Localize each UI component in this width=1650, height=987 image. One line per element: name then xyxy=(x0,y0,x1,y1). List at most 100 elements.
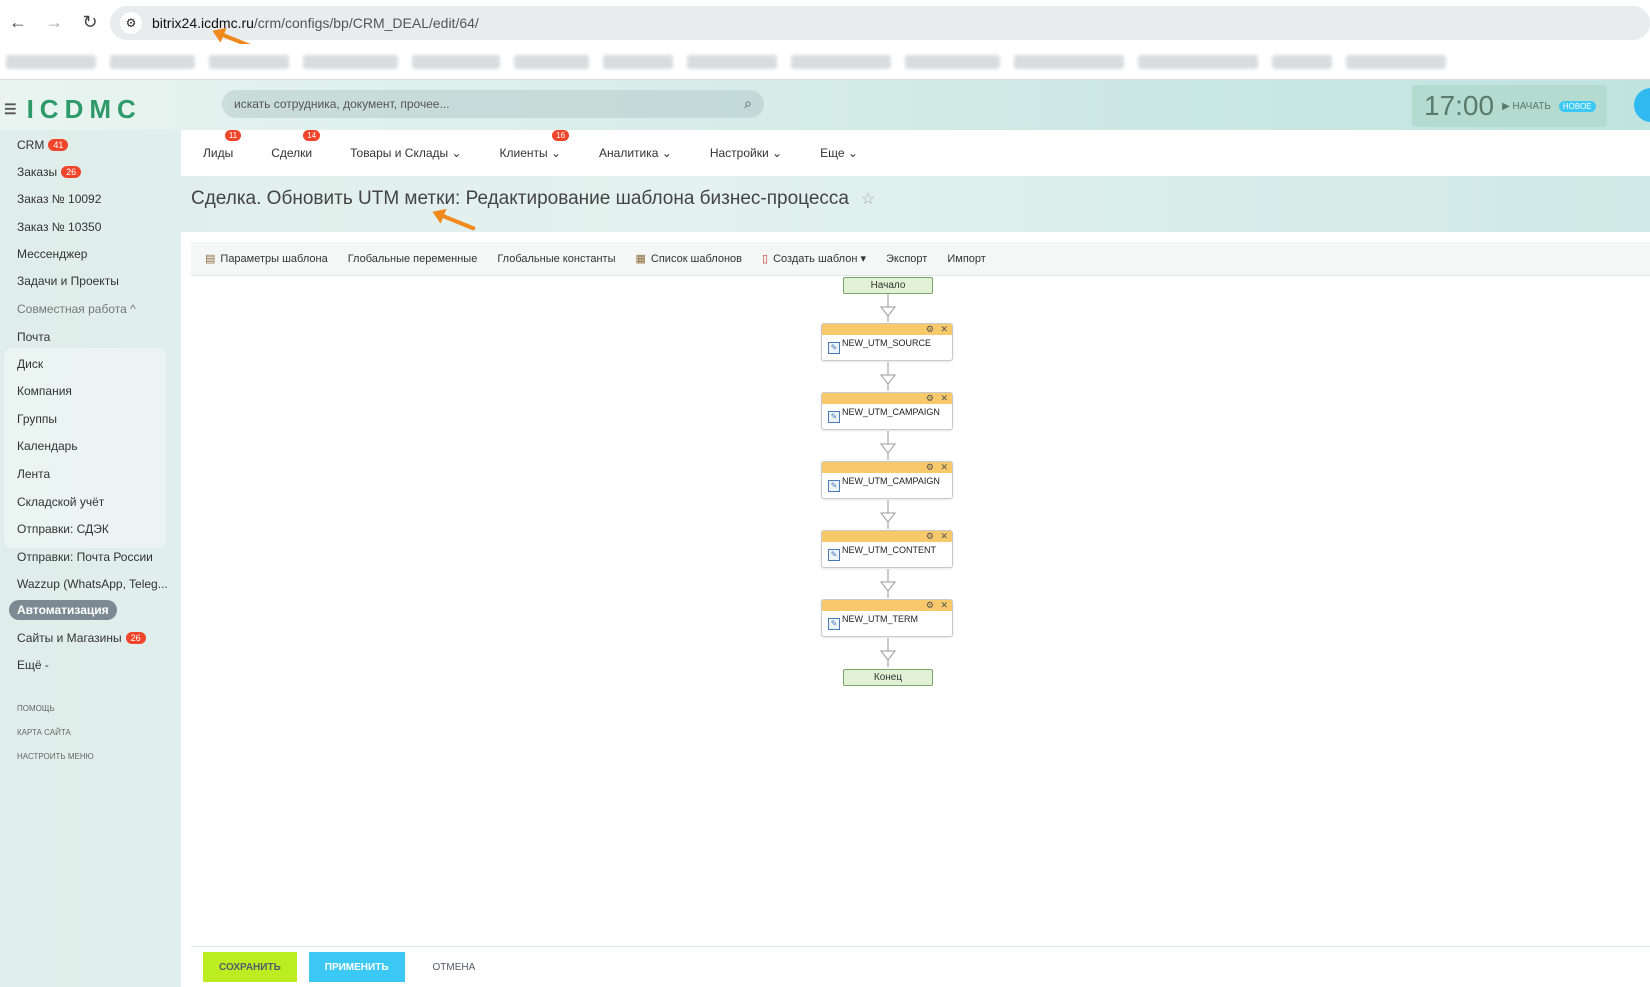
sidebar-item-label: Календарь xyxy=(17,439,78,453)
menu-item-deals[interactable]: Сделки 14 xyxy=(271,130,321,160)
sidebar-item-label: Заказы xyxy=(17,165,58,179)
menu-item-more[interactable]: Еще ⌄ xyxy=(820,146,858,160)
sidebar-item-crm[interactable]: CRM 41 xyxy=(17,138,69,152)
configure-menu-link[interactable]: НАСТРОИТЬ МЕНЮ xyxy=(17,752,94,761)
sidebar-item-warehouse[interactable]: Складской учёт xyxy=(17,495,104,509)
help-link[interactable]: ПОМОЩЬ xyxy=(17,704,55,713)
sidebar-item-label: Сайты и Магазины xyxy=(17,631,122,645)
menu-label: Лиды xyxy=(203,146,234,160)
bookmarks-bar xyxy=(0,44,1650,80)
end-node[interactable]: Конец xyxy=(843,669,933,686)
close-icon[interactable]: ✕ xyxy=(940,393,948,404)
bookmark-item[interactable] xyxy=(687,54,777,69)
bookmark-item[interactable] xyxy=(412,54,500,69)
sidebar-item-more[interactable]: Ещё - xyxy=(17,658,49,672)
sidebar-item-wazzup[interactable]: Wazzup (WhatsApp, Teleg... xyxy=(17,577,168,591)
menu-label: Аналитика ⌄ xyxy=(599,146,672,160)
gear-icon[interactable]: ⚙ xyxy=(926,393,934,404)
gear-icon[interactable]: ⚙ xyxy=(926,600,934,611)
sidebar-item-orders[interactable]: Заказы 26 xyxy=(17,165,82,179)
menu-item-products[interactable]: Товары и Склады ⌄ xyxy=(350,146,461,160)
star-icon[interactable]: ☆ xyxy=(861,191,875,208)
activity-block[interactable]: ⚙ ✕ ✎ NEW_UTM_CAMPAIGN xyxy=(821,392,953,430)
sidebar-item-label: Группы xyxy=(17,412,57,426)
gear-icon[interactable]: ⚙ xyxy=(926,531,934,542)
menu-badge: 16 xyxy=(552,130,570,141)
bookmark-item[interactable] xyxy=(1272,54,1332,69)
sidebar-item-order-10350[interactable]: Заказ № 10350 xyxy=(17,220,101,234)
new-badge: НОВОЕ xyxy=(1558,100,1596,112)
activity-block[interactable]: ⚙ ✕ ✎ NEW_UTM_CONTENT xyxy=(821,530,953,568)
sidebar-item-label: Лента xyxy=(17,467,51,481)
forward-icon[interactable]: → xyxy=(36,4,72,40)
site-info-icon[interactable]: ⚙ xyxy=(120,12,142,34)
bookmark-item[interactable] xyxy=(791,54,891,69)
sidebar-item-sites[interactable]: Сайты и Магазины 26 xyxy=(17,631,146,645)
sidebar-item-cdek[interactable]: Отправки: СДЭК xyxy=(17,522,109,536)
sidebar-item-mail[interactable]: Почта xyxy=(17,330,50,344)
sitemap-link[interactable]: КАРТА САЙТА xyxy=(17,728,71,737)
avatar[interactable] xyxy=(1634,88,1650,122)
bookmark-item[interactable] xyxy=(1014,54,1124,69)
sidebar-item-tasks[interactable]: Задачи и Проекты xyxy=(17,274,119,288)
portal-logo[interactable]: ☰ ICDMC xyxy=(4,94,142,125)
activity-block[interactable]: ⚙ ✕ ✎ NEW_UTM_CAMPAIGN xyxy=(821,461,953,499)
menu-icon[interactable]: ☰ xyxy=(4,101,17,118)
bookmark-item[interactable] xyxy=(1138,54,1258,69)
save-button[interactable]: СОХРАНИТЬ xyxy=(203,952,297,982)
menu-label: Клиенты ⌄ xyxy=(499,146,562,160)
sidebar-item-messenger[interactable]: Мессенджер xyxy=(17,247,87,261)
activity-block[interactable]: ⚙ ✕ ✎ NEW_UTM_SOURCE xyxy=(821,323,953,361)
start-button[interactable]: ▶ НАЧАТЬ xyxy=(1502,101,1551,112)
reload-icon[interactable]: ↻ xyxy=(72,4,108,40)
bookmark-item[interactable] xyxy=(110,54,195,69)
activity-label: NEW_UTM_CAMPAIGN xyxy=(842,476,940,486)
bookmark-item[interactable] xyxy=(6,54,96,69)
bookmark-item[interactable] xyxy=(303,54,398,69)
cancel-button[interactable]: ОТМЕНА xyxy=(417,952,492,982)
bookmark-item[interactable] xyxy=(603,54,673,69)
close-icon[interactable]: ✕ xyxy=(940,531,948,542)
bookmark-item[interactable] xyxy=(905,54,1000,69)
sidebar-item-russian-post[interactable]: Отправки: Почта России xyxy=(17,550,153,564)
worktime-widget[interactable]: 17:00 ▶ НАЧАТЬ НОВОЕ xyxy=(1412,85,1607,127)
back-icon[interactable]: ← xyxy=(0,4,36,40)
close-icon[interactable]: ✕ xyxy=(940,324,948,335)
sidebar-item-order-10092[interactable]: Заказ № 10092 xyxy=(17,192,101,206)
apply-button[interactable]: ПРИМЕНИТЬ xyxy=(308,952,405,982)
search-icon[interactable]: ⌕ xyxy=(744,95,752,112)
sidebar-item-label: Ещё - xyxy=(17,658,49,672)
address-bar[interactable]: ⚙ bitrix24.icdmc.ru/crm/configs/bp/CRM_D… xyxy=(110,6,1650,40)
sidebar-item-calendar[interactable]: Календарь xyxy=(17,439,78,453)
sidebar-item-company[interactable]: Компания xyxy=(17,384,72,398)
menu-item-settings[interactable]: Настройки ⌄ xyxy=(710,146,782,160)
page-title: Сделка. Обновить UTM метки: Редактирован… xyxy=(191,188,875,210)
sidebar-group-toggle[interactable]: Совместная работа ^ xyxy=(17,302,136,316)
gear-icon[interactable]: ⚙ xyxy=(926,462,934,473)
bookmark-item[interactable] xyxy=(1346,54,1446,69)
menu-item-clients[interactable]: Клиенты ⌄ 16 xyxy=(499,130,570,160)
url-host: bitrix24.icdmc.ru xyxy=(152,15,254,31)
sidebar-item-disk[interactable]: Диск xyxy=(17,357,43,371)
edit-icon: ✎ xyxy=(828,618,840,630)
menu-label: Сделки xyxy=(271,146,313,160)
activity-header: ⚙ ✕ xyxy=(822,531,952,542)
search-input[interactable]: искать сотрудника, документ, прочее... ⌕ xyxy=(222,90,764,118)
menu-item-leads[interactable]: Лиды 11 xyxy=(203,130,242,160)
sidebar-item-groups[interactable]: Группы xyxy=(17,412,57,426)
start-node[interactable]: Начало xyxy=(843,277,933,294)
sidebar-item-label: Почта xyxy=(17,330,51,344)
close-icon[interactable]: ✕ xyxy=(940,600,948,611)
close-icon[interactable]: ✕ xyxy=(940,462,948,473)
gear-icon[interactable]: ⚙ xyxy=(926,324,934,335)
main-panel: Лиды 11 Сделки 14 Товары и Склады ⌄ Клиент… xyxy=(181,130,1650,987)
sidebar-item-feed[interactable]: Лента xyxy=(17,467,50,481)
activity-block[interactable]: ⚙ ✕ ✎ NEW_UTM_TERM xyxy=(821,599,953,637)
menu-item-analytics[interactable]: Аналитика ⌄ xyxy=(599,146,672,160)
bookmark-item[interactable] xyxy=(514,54,589,69)
bookmark-item[interactable] xyxy=(209,54,289,69)
sidebar-item-automation[interactable]: Автоматизация xyxy=(9,600,117,620)
annotation-arrow-title xyxy=(437,212,476,231)
activity-label: NEW_UTM_CAMPAIGN xyxy=(842,407,940,417)
sidebar-item-label: Складской учёт xyxy=(17,495,105,509)
